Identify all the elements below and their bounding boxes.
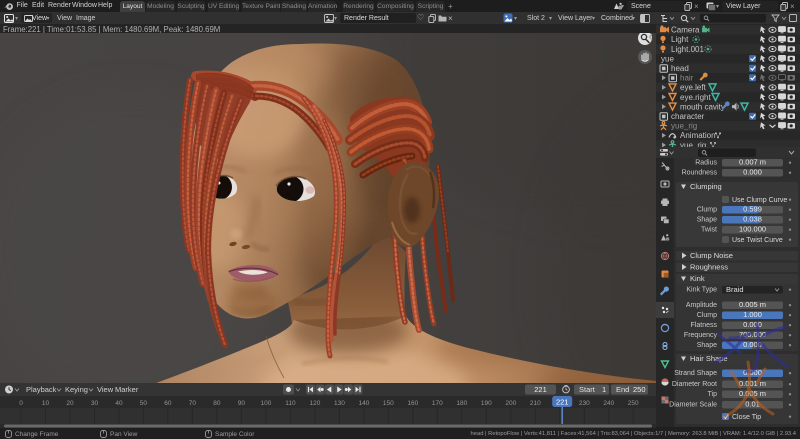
svg-text:Playback: Playback: [26, 385, 57, 394]
svg-text:230: 230: [579, 400, 590, 407]
svg-text:Braid: Braid: [726, 285, 744, 294]
svg-text:140: 140: [358, 400, 369, 407]
svg-text:head: head: [671, 64, 689, 73]
svg-text:Roundness: Roundness: [682, 170, 718, 177]
svg-text:Radius: Radius: [695, 160, 717, 167]
svg-text:0.038: 0.038: [743, 215, 762, 224]
svg-text:60: 60: [164, 400, 172, 407]
svg-text:150: 150: [383, 400, 394, 407]
svg-text:Use Twist Curve: Use Twist Curve: [732, 237, 783, 244]
svg-text:100.000: 100.000: [739, 225, 766, 234]
svg-text:Twist: Twist: [701, 227, 717, 234]
svg-text:Roughness: Roughness: [690, 263, 728, 272]
svg-text:Keying: Keying: [65, 385, 88, 394]
svg-text:eye.left: eye.left: [680, 83, 707, 92]
svg-text:250: 250: [633, 385, 646, 394]
svg-text:0: 0: [19, 400, 23, 407]
svg-text:0.599: 0.599: [743, 205, 762, 214]
svg-text:Light: Light: [671, 35, 689, 44]
svg-text:10: 10: [42, 400, 50, 407]
svg-text:Clump Noise: Clump Noise: [690, 251, 733, 260]
svg-text:View: View: [97, 385, 114, 394]
svg-text:Kink: Kink: [690, 274, 705, 283]
svg-text:Marker: Marker: [115, 385, 139, 394]
svg-text:200: 200: [505, 400, 516, 407]
svg-text:1: 1: [602, 385, 606, 394]
svg-text:yue_rig: yue_rig: [671, 122, 697, 131]
svg-text:110: 110: [285, 400, 296, 407]
svg-text:30: 30: [91, 400, 99, 407]
svg-text:Kink Type: Kink Type: [686, 287, 717, 294]
svg-text:180: 180: [456, 400, 467, 407]
svg-text:170: 170: [432, 400, 443, 407]
svg-text:221: 221: [534, 385, 547, 394]
svg-text:50: 50: [140, 400, 148, 407]
svg-text:yue: yue: [661, 54, 674, 63]
svg-text:Light.001: Light.001: [671, 45, 704, 54]
svg-text:20: 20: [66, 400, 74, 407]
svg-text:70: 70: [189, 400, 197, 407]
svg-text:Clump: Clump: [697, 207, 717, 214]
svg-text:160: 160: [407, 400, 418, 407]
svg-text:Shape: Shape: [697, 217, 717, 224]
svg-text:eye.right: eye.right: [680, 93, 711, 102]
svg-text:Start: Start: [579, 385, 596, 394]
svg-text:130: 130: [334, 400, 345, 407]
svg-text:character: character: [671, 112, 705, 121]
svg-text:End: End: [616, 385, 629, 394]
svg-text:Use Clump Curve: Use Clump Curve: [732, 197, 787, 204]
svg-text:40: 40: [115, 400, 123, 407]
svg-text:250: 250: [628, 400, 639, 407]
svg-text:0.000: 0.000: [743, 168, 762, 177]
svg-text:80: 80: [213, 400, 221, 407]
svg-text:0.007 m: 0.007 m: [739, 158, 766, 167]
svg-text:100: 100: [260, 400, 271, 407]
svg-text:mouth cavity: mouth cavity: [680, 102, 725, 111]
svg-text:Animation: Animation: [680, 131, 716, 140]
svg-text:0.005 m: 0.005 m: [739, 300, 766, 309]
svg-text:190: 190: [481, 400, 492, 407]
svg-text:Amplitude: Amplitude: [686, 302, 717, 309]
svg-text:120: 120: [309, 400, 320, 407]
svg-text:Camera: Camera: [671, 26, 700, 35]
svg-text:221: 221: [556, 398, 569, 407]
svg-text:Clumping: Clumping: [690, 182, 722, 191]
svg-text:90: 90: [238, 400, 246, 407]
svg-text:240: 240: [603, 400, 614, 407]
svg-text:210: 210: [530, 400, 541, 407]
svg-text:hair: hair: [680, 74, 694, 83]
